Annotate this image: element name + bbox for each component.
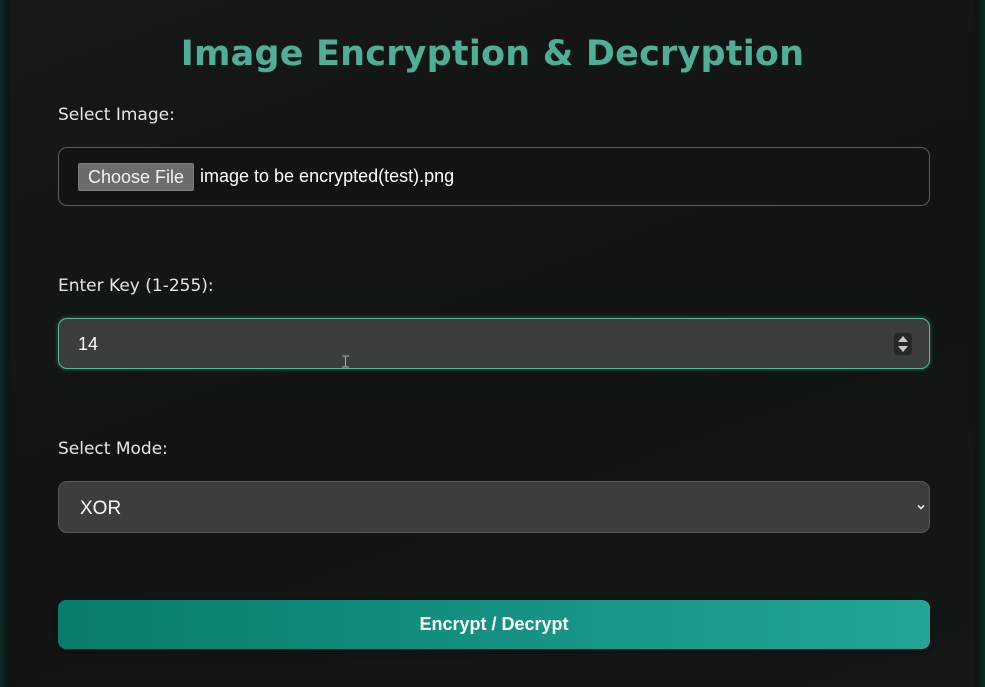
- mode-select-value: XOR: [80, 498, 122, 519]
- key-field-label: Enter Key (1-255):: [58, 276, 214, 296]
- file-input[interactable]: Choose File image to be encrypted(test).…: [58, 147, 930, 206]
- decrement-arrow-icon[interactable]: [898, 346, 908, 352]
- chevron-down-icon: [917, 504, 925, 510]
- encrypt-decrypt-button[interactable]: Encrypt / Decrypt: [58, 600, 930, 649]
- mode-field-label: Select Mode:: [58, 439, 168, 459]
- key-input-value: 14: [78, 334, 99, 354]
- text-cursor-icon: [342, 355, 349, 368]
- page-title: Image Encryption & Decryption: [180, 34, 805, 74]
- selected-file-name: image to be encrypted(test).png: [200, 166, 455, 186]
- number-spinner-icon[interactable]: [894, 333, 912, 355]
- mode-select[interactable]: XOR: [58, 481, 930, 533]
- choose-file-button[interactable]: Choose File: [78, 163, 195, 191]
- image-field-label: Select Image:: [58, 105, 175, 125]
- key-input[interactable]: 14: [58, 318, 930, 369]
- increment-arrow-icon[interactable]: [898, 336, 908, 342]
